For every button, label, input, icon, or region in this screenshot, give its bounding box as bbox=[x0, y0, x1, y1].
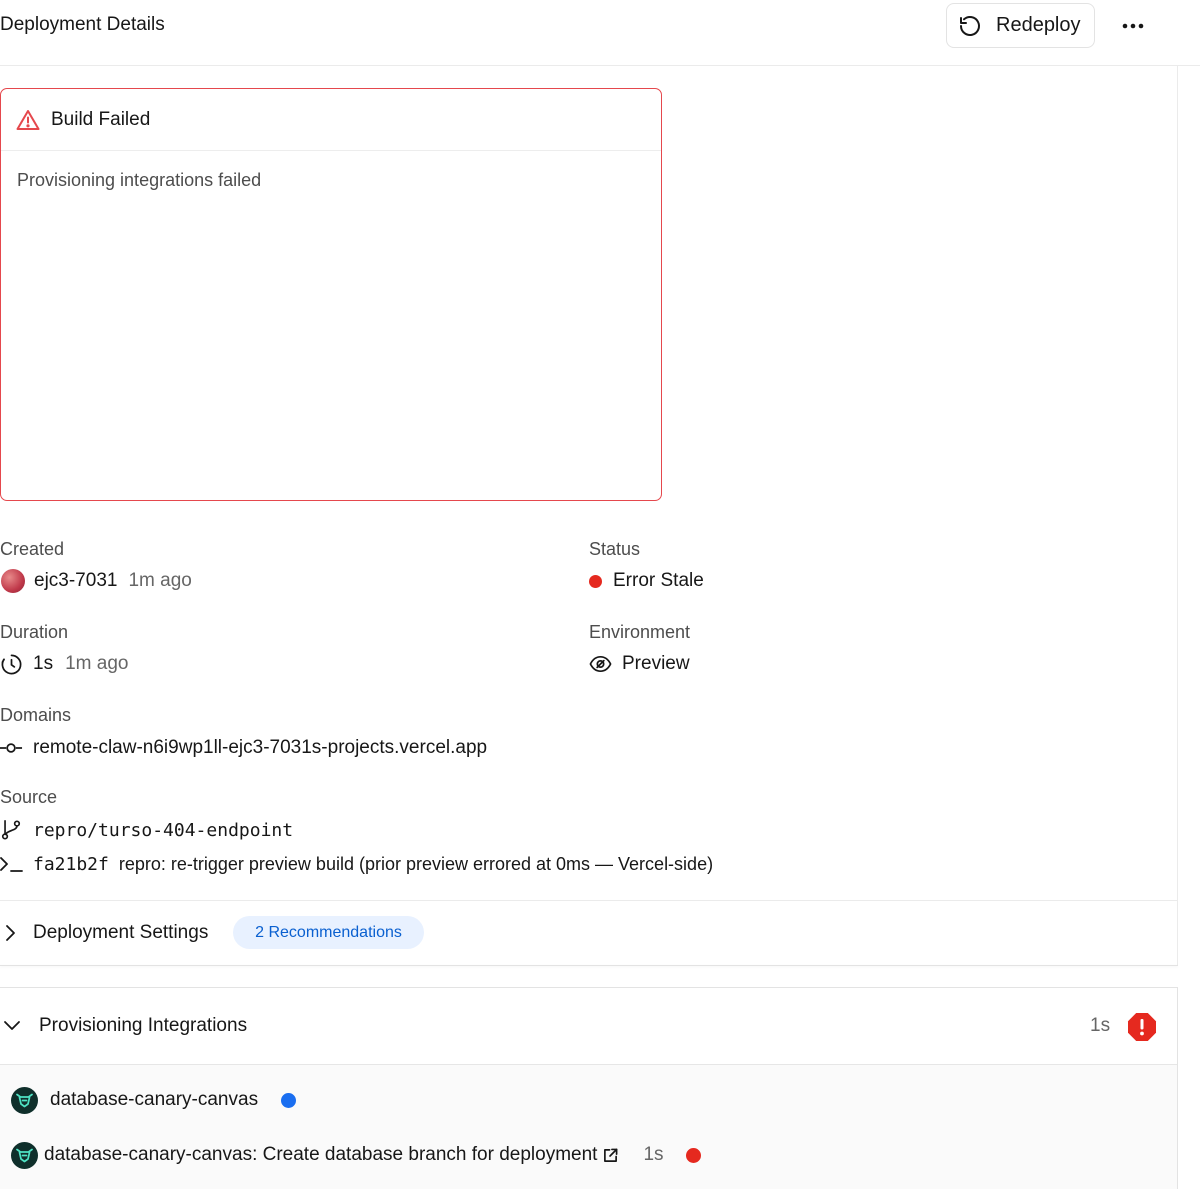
domains-label: Domains bbox=[0, 705, 72, 725]
warning-triangle-icon bbox=[16, 109, 40, 131]
build-error-title: Build Failed bbox=[51, 108, 151, 130]
section-divider bbox=[0, 900, 1177, 901]
error-alert-icon bbox=[1127, 1012, 1157, 1042]
environment-value[interactable]: Preview bbox=[622, 653, 690, 675]
card-border bbox=[0, 987, 1178, 988]
created-user[interactable]: ejc3-7031 bbox=[34, 570, 117, 592]
environment-label: Environment bbox=[589, 622, 691, 642]
build-error-message: Provisioning integrations failed bbox=[17, 170, 262, 190]
rotate-ccw-icon bbox=[958, 14, 982, 38]
source-commit-row: fa21b2f repro: re-trigger preview build … bbox=[0, 851, 713, 877]
domains-row: remote-claw-n6i9wp1ll-ejc3-7031s-project… bbox=[0, 735, 487, 761]
terminal-icon bbox=[0, 854, 24, 874]
recommendations-badge[interactable]: 2 Recommendations bbox=[233, 916, 424, 949]
status-dot-icon bbox=[685, 1147, 701, 1163]
source-label: Source bbox=[0, 787, 58, 807]
deployment-settings-toggle[interactable]: Deployment Settings bbox=[4, 920, 208, 946]
duration-label: Duration bbox=[0, 622, 69, 642]
card-border bbox=[0, 965, 1178, 966]
avatar[interactable] bbox=[1, 569, 25, 593]
integration-task-duration: 1s bbox=[643, 1144, 664, 1165]
duration-row: 1s 1m ago bbox=[0, 651, 128, 677]
card-border bbox=[1177, 66, 1178, 965]
card-border bbox=[1177, 987, 1178, 1189]
integration-logo-icon bbox=[11, 1141, 38, 1169]
header-divider bbox=[0, 65, 1200, 66]
environment-row: Preview bbox=[589, 651, 690, 677]
provisioning-title: Provisioning Integrations bbox=[39, 1015, 248, 1036]
git-branch-icon bbox=[0, 819, 22, 841]
integrations-list bbox=[0, 1065, 1177, 1189]
chevron-down-icon bbox=[3, 1019, 21, 1033]
created-time: 1m ago bbox=[128, 570, 192, 591]
created-label: Created bbox=[0, 539, 65, 559]
status-dot-icon bbox=[281, 1092, 297, 1108]
deployment-settings-label: Deployment Settings bbox=[33, 922, 209, 943]
redeploy-label: Redeploy bbox=[996, 14, 1081, 36]
more-options-button[interactable] bbox=[1112, 8, 1154, 44]
integration-name: database-canary-canvas bbox=[50, 1089, 259, 1110]
source-branch-row: repro/turso-404-endpoint bbox=[0, 817, 293, 843]
status-dot-icon bbox=[589, 574, 602, 588]
provisioning-toggle[interactable]: Provisioning Integrations bbox=[3, 1013, 247, 1039]
external-link-icon[interactable] bbox=[603, 1148, 618, 1163]
integration-task-link[interactable]: database-canary-canvas: Create database … bbox=[44, 1144, 597, 1166]
build-error-header: Build Failed bbox=[1, 89, 661, 151]
build-error-panel: Build Failed Provisioning integrations f… bbox=[0, 88, 662, 501]
status-row: Error Stale bbox=[589, 568, 704, 594]
redeploy-button[interactable]: Redeploy bbox=[946, 3, 1095, 48]
duration-time: 1m ago bbox=[65, 653, 129, 674]
list-item[interactable]: database-canary-canvas bbox=[11, 1086, 297, 1114]
provisioning-duration: 1s bbox=[1090, 1015, 1111, 1036]
list-item[interactable]: database-canary-canvas: Create database … bbox=[11, 1141, 701, 1169]
status-badge: Error Stale bbox=[613, 570, 704, 591]
duration-value: 1s bbox=[33, 653, 54, 674]
integration-logo-icon bbox=[11, 1086, 38, 1114]
commit-sha[interactable]: fa21b2f bbox=[33, 854, 109, 875]
clock-icon bbox=[0, 653, 23, 676]
chevron-right-icon bbox=[4, 924, 18, 942]
created-row: ejc3-7031 1m ago bbox=[1, 568, 192, 594]
commit-message: repro: re-trigger preview build (prior p… bbox=[118, 853, 714, 874]
page-title: Deployment Details bbox=[0, 14, 165, 35]
eye-icon bbox=[589, 654, 612, 674]
status-label: Status bbox=[589, 539, 641, 559]
domain-link[interactable]: remote-claw-n6i9wp1ll-ejc3-7031s-project… bbox=[33, 737, 487, 759]
commit-node-icon bbox=[0, 741, 23, 755]
branch-link[interactable]: repro/turso-404-endpoint bbox=[33, 820, 293, 841]
ellipsis-icon bbox=[1121, 22, 1145, 30]
